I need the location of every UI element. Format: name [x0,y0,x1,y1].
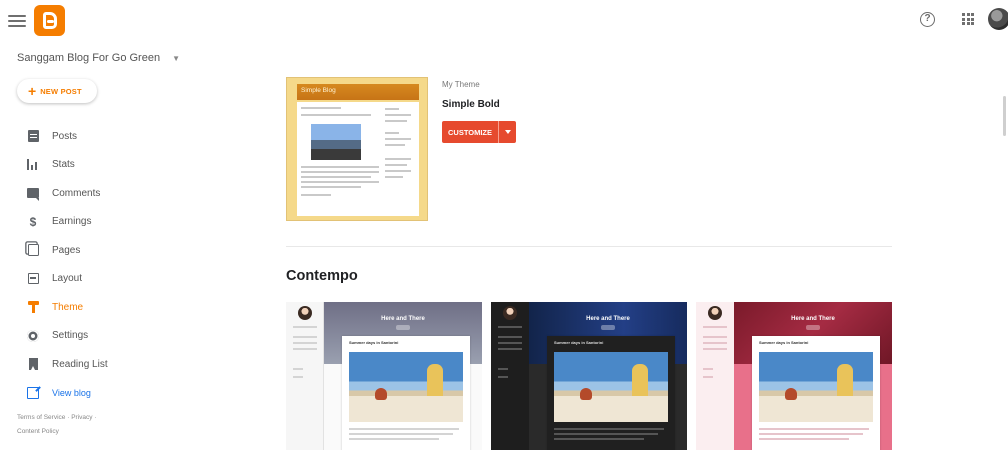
plus-icon: + [28,83,37,99]
view-blog-link[interactable]: View blog [0,379,180,408]
theme-card-post-title: Summer days in Santorini [349,340,399,345]
help-circle-icon[interactable]: ? [920,12,935,27]
terms-link[interactable]: Terms of Service [17,414,65,421]
sidebar-item-label: Theme [52,301,84,313]
preview-title: Simple Blog [301,87,336,94]
current-theme-name: Simple Bold [442,99,500,110]
preview-header: Simple Blog [297,84,419,100]
sidebar-item-label: Settings [52,330,89,342]
theme-card-contempo-dark[interactable]: Here and There Summer days in Santorini [491,302,687,450]
theme-card-post: Summer days in Santorini [547,336,675,450]
sidebar-item-label: Pages [52,244,81,256]
my-theme-label: My Theme [442,80,480,89]
theme-card-hero-title: Here and There [791,316,835,322]
theme-card-post-title: Summer days in Santorini [554,340,604,345]
theme-card-photo [759,352,873,422]
theme-icon [26,300,40,314]
hamburger-menu-icon[interactable] [8,12,26,30]
posts-icon [26,129,40,143]
pages-icon [26,243,40,257]
sidebar-item-theme[interactable]: Theme [0,293,180,322]
customize-button[interactable]: CUSTOMIZE [442,121,499,143]
sidebar-item-reading-list[interactable]: Reading List [0,350,180,379]
caret-down-icon: ▼ [172,53,180,63]
sidebar-item-posts[interactable]: Posts [0,122,180,151]
theme-card-photo [554,352,668,422]
preview-photo [311,124,361,160]
gear-icon [26,329,40,343]
sidebar-item-label: Reading List [52,358,108,370]
sidebar-item-settings[interactable]: Settings [0,322,180,351]
view-blog-label: View blog [52,387,91,398]
layout-icon [26,272,40,286]
apps-grid-icon[interactable] [962,13,974,25]
account-avatar[interactable] [988,8,1008,30]
sidebar-item-comments[interactable]: Comments [0,179,180,208]
gallery-section-title: Contempo [286,268,358,284]
theme-card-contempo-light[interactable]: Here and There Summer days in Santorini [286,302,482,450]
theme-card-post: Summer days in Santorini [752,336,880,450]
sidebar-item-label: Stats [52,159,75,171]
theme-card-post: Summer days in Santorini [342,336,470,450]
blogger-logo-icon[interactable] [34,5,65,36]
customize-split-button: CUSTOMIZE [442,121,516,143]
blog-name: Sanggam Blog For Go Green [17,52,161,64]
theme-card-post-title: Summer days in Santorini [759,340,809,345]
current-theme-preview[interactable]: Simple Blog [286,77,428,221]
sidebar-nav: Posts Stats Comments $ Earnings Pages La… [0,122,180,407]
page-scrollbar[interactable] [1002,44,1008,450]
sidebar-item-label: Comments [52,187,101,199]
theme-card-hero-title: Here and There [381,316,425,322]
privacy-link[interactable]: Privacy [71,414,92,421]
theme-card-sidebar [696,302,734,450]
theme-card-sidebar [491,302,529,450]
sidebar-item-label: Posts [52,130,78,142]
caret-down-icon [504,130,511,134]
sidebar-footer: Terms of Service · Privacy · Content Pol… [17,414,97,435]
sidebar-item-earnings[interactable]: $ Earnings [0,208,180,237]
sidebar-item-label: Layout [52,273,83,285]
preview-body [297,102,419,216]
customize-dropdown-button[interactable] [499,121,516,143]
new-post-button[interactable]: + NEW POST [17,79,97,103]
content-policy-link[interactable]: Content Policy [17,428,59,435]
theme-card-contempo-rose[interactable]: Here and There Summer days in Santorini [696,302,892,450]
current-theme-info: My Theme Simple Bold CUSTOMIZE [442,80,516,143]
top-bar: ? [0,0,1008,44]
theme-card-sidebar [286,302,324,450]
sidebar-item-pages[interactable]: Pages [0,236,180,265]
new-post-label: NEW POST [40,86,82,96]
sidebar-item-stats[interactable]: Stats [0,151,180,180]
stats-icon [26,158,40,172]
bookmark-icon [26,357,40,371]
blog-switcher[interactable]: Sanggam Blog For Go Green ▼ [17,52,180,64]
external-link-icon [26,386,40,400]
sidebar-item-label: Earnings [52,216,92,228]
scrollbar-thumb[interactable] [1003,96,1006,136]
theme-card-hero-title: Here and There [586,316,630,322]
theme-card-photo [349,352,463,422]
sidebar-item-layout[interactable]: Layout [0,265,180,294]
dollar-icon: $ [29,214,37,229]
comments-icon [26,186,40,202]
section-divider [286,246,892,247]
